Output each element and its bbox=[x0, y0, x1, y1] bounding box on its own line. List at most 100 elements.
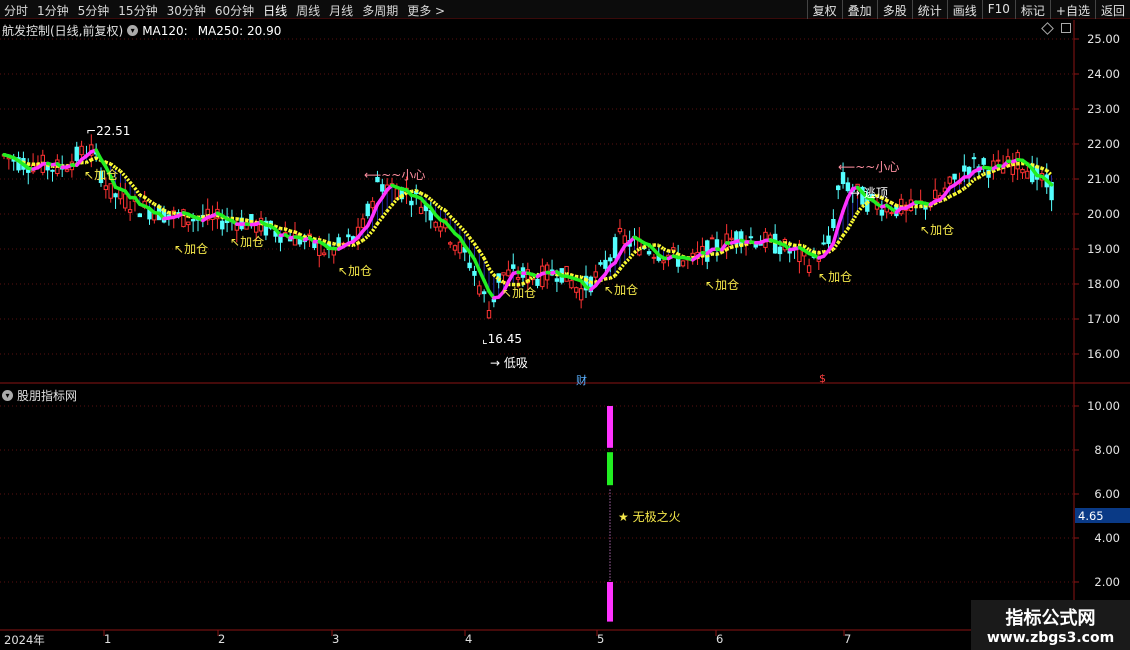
ma-fast-segment bbox=[16, 159, 26, 167]
candle-body bbox=[671, 247, 676, 251]
tab-monthly[interactable]: 月线 bbox=[329, 2, 353, 19]
candle-body bbox=[540, 265, 545, 288]
ma-fast-segment bbox=[1001, 159, 1010, 169]
ma-fast-segment bbox=[142, 204, 152, 211]
ma-fast-segment bbox=[298, 235, 307, 242]
ma-fast-segment bbox=[31, 165, 40, 171]
sub-bar-green bbox=[607, 452, 613, 486]
ma-fast-segment bbox=[307, 236, 317, 244]
candle-body bbox=[976, 166, 982, 173]
y-tick: 24.00 bbox=[1087, 67, 1120, 81]
dividend-badge[interactable]: $ bbox=[819, 372, 826, 385]
tab-more[interactable]: 更多 > bbox=[407, 2, 445, 19]
ma-slow-segment bbox=[270, 223, 277, 229]
settings-circle-icon[interactable]: ▾ bbox=[2, 390, 13, 401]
ma-slow-segment bbox=[736, 243, 742, 248]
ma-slow-segment bbox=[323, 239, 330, 245]
ma-slow-segment bbox=[163, 208, 170, 215]
ma-fast-segment bbox=[225, 217, 234, 223]
window-icon[interactable] bbox=[1061, 23, 1071, 33]
ma-slow-segment bbox=[827, 247, 835, 254]
ma-slow-segment bbox=[105, 160, 112, 166]
tab-5min[interactable]: 5分钟 bbox=[78, 2, 110, 19]
sub-bar-magenta bbox=[607, 406, 613, 448]
add-watchlist-button[interactable]: +自选 bbox=[1049, 0, 1095, 19]
ma-fast-segment bbox=[642, 241, 651, 247]
ma-slow-segment bbox=[192, 214, 199, 220]
candle-body bbox=[35, 163, 41, 167]
candle-body bbox=[802, 250, 807, 257]
candle-body bbox=[93, 152, 99, 155]
ma-slow-segment bbox=[449, 215, 457, 223]
candle-body bbox=[651, 256, 657, 259]
candle-body bbox=[947, 176, 952, 184]
ma-slow-segment bbox=[890, 201, 898, 207]
f10-button[interactable]: F10 bbox=[981, 0, 1015, 19]
ma-slow-segment bbox=[1036, 165, 1043, 170]
indicator-title[interactable]: 股朋指标网 bbox=[17, 387, 77, 404]
ma-fast-segment bbox=[322, 242, 331, 251]
careful-signal: ⟵~~小心 bbox=[364, 168, 426, 182]
ma-fast-segment bbox=[977, 165, 986, 171]
candle-body bbox=[617, 227, 623, 233]
ma-fast-segment bbox=[472, 257, 482, 272]
candle-body bbox=[748, 236, 754, 239]
ma-slow-segment bbox=[779, 240, 786, 246]
candle-body bbox=[768, 234, 773, 241]
candle-body bbox=[991, 160, 996, 169]
escape-top-signal: → 逃顶 bbox=[850, 186, 888, 200]
back-button[interactable]: 返回 bbox=[1094, 0, 1130, 19]
financial-report-badge[interactable]: 财 bbox=[576, 372, 587, 388]
diamond-icon[interactable] bbox=[1041, 22, 1054, 35]
ma-fast-segment bbox=[787, 247, 797, 252]
ma-fast-segment bbox=[463, 243, 472, 254]
candle-body bbox=[894, 205, 899, 217]
ma-slow-segment bbox=[221, 215, 228, 221]
statistics-button[interactable]: 统计 bbox=[911, 0, 947, 19]
ma-slow-segment bbox=[818, 250, 825, 255]
ma-fast-segment bbox=[778, 241, 787, 248]
ma-fast-segment bbox=[836, 209, 845, 228]
tab-15min[interactable]: 15分钟 bbox=[118, 2, 157, 19]
sub-chart-info: ▾ 股朋指标网 bbox=[2, 387, 77, 404]
ma-slow-segment bbox=[958, 186, 966, 194]
kline-chart[interactable] bbox=[0, 0, 1130, 650]
candle-body bbox=[729, 237, 734, 241]
candle-body bbox=[292, 231, 298, 246]
overlay-button[interactable]: 叠加 bbox=[841, 0, 877, 19]
tab-multi-period[interactable]: 多周期 bbox=[362, 2, 398, 19]
tab-fenshi[interactable]: 分时 bbox=[4, 2, 28, 19]
mark-button[interactable]: 标记 bbox=[1014, 0, 1050, 19]
tab-60min[interactable]: 60分钟 bbox=[215, 2, 254, 19]
ma-fast-segment bbox=[749, 240, 758, 245]
ma-slow-segment bbox=[17, 159, 24, 165]
draw-line-button[interactable]: 画线 bbox=[946, 0, 982, 19]
ma-slow-segment bbox=[846, 219, 855, 230]
tab-daily[interactable]: 日线 bbox=[263, 2, 287, 19]
ma-slow-segment bbox=[547, 270, 553, 275]
candle-body bbox=[152, 213, 157, 221]
tab-30min[interactable]: 30分钟 bbox=[167, 2, 206, 19]
ma-slow-segment bbox=[47, 163, 53, 168]
tab-1min[interactable]: 1分钟 bbox=[37, 2, 69, 19]
candle-body bbox=[622, 235, 627, 244]
restore-rights-button[interactable]: 复权 bbox=[806, 0, 842, 19]
x-tick: 6 bbox=[716, 632, 724, 646]
candle-body bbox=[918, 200, 923, 203]
ma-fast-segment bbox=[375, 195, 385, 207]
ma-fast-segment bbox=[826, 241, 836, 253]
tab-weekly[interactable]: 周线 bbox=[296, 2, 320, 19]
stock-title[interactable]: 航发控制(日线,前复权) bbox=[2, 22, 123, 39]
candle-body bbox=[113, 193, 118, 198]
candle-body bbox=[351, 236, 356, 242]
multi-stock-button[interactable]: 多股 bbox=[876, 0, 912, 19]
ma-fast-segment bbox=[55, 162, 64, 170]
ma-fast-segment bbox=[817, 254, 826, 260]
ma-fast-segment bbox=[346, 239, 355, 246]
settings-circle-icon[interactable]: ▾ bbox=[127, 25, 139, 36]
candle-body bbox=[224, 216, 230, 224]
x-tick: 3 bbox=[332, 632, 340, 646]
ma-slow-segment bbox=[905, 204, 912, 209]
ma-slow-segment bbox=[682, 255, 689, 260]
candle-body bbox=[666, 254, 671, 260]
